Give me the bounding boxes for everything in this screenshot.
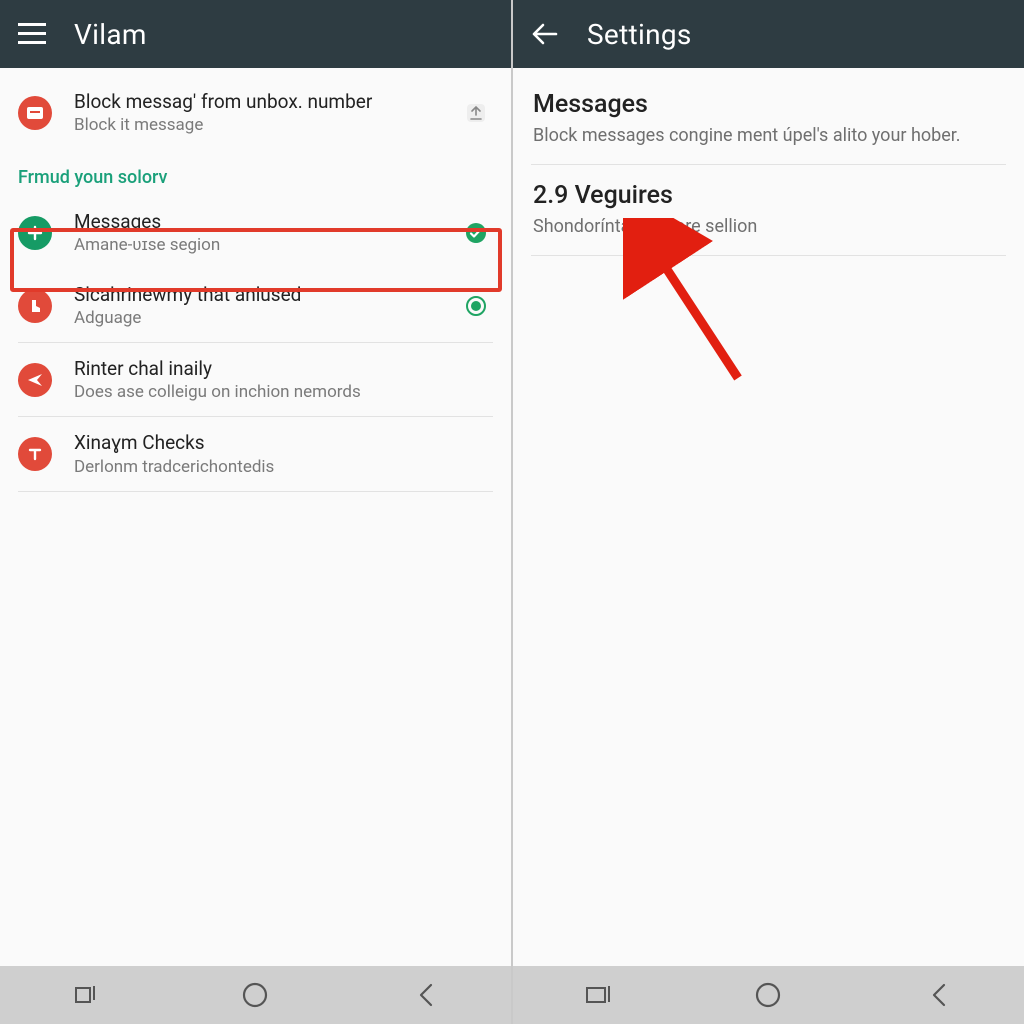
left-pane: Vilam Block messag' from unbox. number B… (0, 0, 511, 1024)
row-messages-sub: Amane-ʋɪse segion (74, 235, 459, 255)
row-xinaym-title: Xinaɣm Checks (74, 431, 459, 455)
row-block-sub: Block it message (74, 115, 459, 135)
row-xinaym[interactable]: Xinaɣm Checks Derlonm tradcerichontedis (0, 417, 511, 491)
plus-icon (18, 216, 52, 250)
right-pane: Settings Messages Block messages congine… (513, 0, 1024, 1024)
row-block-title: Block messag' from unbox. number (74, 90, 459, 113)
boot-icon (18, 289, 52, 323)
settings-messages-title: Messages (533, 90, 1004, 119)
settings-messages[interactable]: Messages Block messages congine ment úpe… (513, 68, 1024, 164)
settings-veguires-sub: Shondoríntautal pore sellion (533, 216, 1004, 237)
nav-recent-icon[interactable] (65, 975, 105, 1015)
row-xinaym-sub: Derlonm tradcerichontedis (74, 457, 459, 477)
row-rinter-sub: Does ase colleigu on inchion nemords (74, 382, 459, 402)
row-rinter[interactable]: Rinter chal inaily Does ase colleigu on … (0, 343, 511, 416)
right-content: Messages Block messages congine ment úpe… (513, 68, 1024, 966)
right-appbar-title: Settings (587, 18, 692, 51)
left-content: Block messag' from unbox. number Block i… (0, 68, 511, 966)
nav-home-icon[interactable] (748, 975, 788, 1015)
message-block-icon (18, 96, 52, 130)
back-arrow-icon[interactable] (531, 20, 559, 48)
plane-icon (18, 363, 52, 397)
hamburger-icon[interactable] (18, 20, 46, 48)
row-block-message[interactable]: Block messag' from unbox. number Block i… (0, 68, 511, 149)
nav-home-icon[interactable] (235, 975, 275, 1015)
nav-recent-icon[interactable] (578, 975, 618, 1015)
row-slcahrinewmy[interactable]: Slcahrinewmy that anlused Adguage (0, 269, 511, 342)
row-messages[interactable]: Messages Amane-ʋɪse segion (0, 196, 511, 269)
left-appbar: Vilam (0, 0, 511, 68)
t-icon (18, 437, 52, 471)
nav-back-icon[interactable] (406, 975, 446, 1015)
nav-back-icon[interactable] (919, 975, 959, 1015)
right-navbar (513, 966, 1024, 1024)
row-slc-title: Slcahrinewmy that anlused (74, 283, 459, 306)
settings-veguires-title: 2.9 Veguires (533, 181, 1004, 210)
row-messages-title: Messages (74, 210, 459, 233)
settings-messages-sub: Block messages congine ment úpel's alito… (533, 125, 1004, 146)
left-navbar (0, 966, 511, 1024)
row-rinter-title: Rinter chal inaily (74, 357, 459, 380)
settings-veguires[interactable]: 2.9 Veguires Shondoríntautal pore sellio… (513, 165, 1024, 255)
section-header: Frmud youn solorv (0, 149, 511, 196)
left-appbar-title: Vilam (74, 18, 147, 51)
radio-selected-icon[interactable] (459, 295, 493, 317)
row-slc-sub: Adguage (74, 308, 459, 328)
export-icon[interactable] (459, 101, 493, 125)
right-appbar: Settings (513, 0, 1024, 68)
check-circle-icon (459, 222, 493, 244)
